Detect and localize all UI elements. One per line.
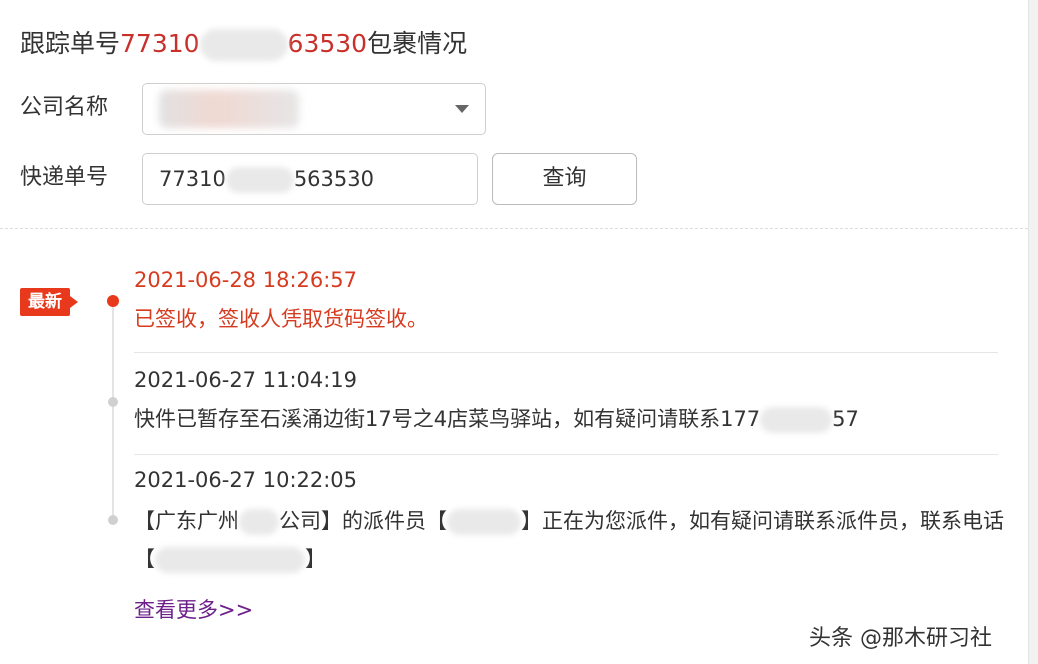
- chevron-down-icon: [455, 105, 469, 113]
- timeline-dot: [108, 397, 118, 407]
- redacted-blur: [239, 509, 279, 535]
- timeline-dot: [108, 515, 118, 525]
- redacted-blur: [199, 29, 288, 61]
- timeline-line: [112, 300, 114, 518]
- redacted-company: [159, 90, 299, 128]
- timeline-dot-active: [107, 295, 119, 307]
- tracking-card: 跟踪单号77310 63530包裹情况 公司名称 快递单号 77310 563530…: [0, 0, 1029, 664]
- company-select[interactable]: [142, 83, 486, 135]
- event-desc-part1: 【广东广州: [134, 509, 239, 533]
- company-label: 公司名称: [20, 95, 109, 120]
- event-desc-part2: 公司】的派件员【: [279, 509, 447, 533]
- event-desc: 已签收，签收人凭取货码签收。: [134, 307, 428, 331]
- title-number-start: 77310: [120, 29, 200, 58]
- redacted-blur: [447, 509, 521, 535]
- redacted-blur: [155, 547, 305, 573]
- event-time: 2021-06-28 18:26:57: [134, 268, 358, 292]
- redacted-blur: [760, 407, 833, 433]
- timeline-separator: [134, 454, 998, 455]
- event-desc-part4: 】: [305, 547, 326, 571]
- title-prefix: 跟踪单号: [20, 29, 121, 58]
- tracking-number-input[interactable]: 77310 563530: [142, 153, 478, 205]
- timeline-separator: [134, 352, 998, 353]
- divider: [0, 228, 1028, 229]
- tracking-label: 快递单号: [20, 165, 109, 190]
- watermark: 头条 @那木研习社: [803, 618, 998, 654]
- page-title: 跟踪单号77310 63530包裹情况: [20, 24, 467, 64]
- view-more-link[interactable]: 查看更多>>: [134, 594, 253, 624]
- event-desc: 快件已暂存至石溪涌边街17号之4店菜鸟驿站，如有疑问请联系177 57: [134, 400, 1004, 438]
- latest-badge: 最新: [20, 288, 78, 316]
- event-desc: 【广东广州 公司】的派件员【 】正在为您派件，如有疑问请联系派件员，联系电话【】: [134, 502, 1004, 578]
- event-time: 2021-06-27 11:04:19: [134, 368, 358, 392]
- title-suffix: 包裹情况: [367, 29, 468, 58]
- title-number-end: 63530: [287, 29, 368, 58]
- tracking-value-start: 77310: [159, 167, 226, 191]
- event-time: 2021-06-27 10:22:05: [134, 468, 358, 492]
- query-button[interactable]: 查询: [492, 153, 637, 205]
- event-desc-start: 快件已暂存至石溪涌边街17号之4店菜鸟驿站，如有疑问请联系177: [134, 407, 761, 431]
- event-desc-end: 57: [832, 407, 859, 431]
- tracking-value-end: 563530: [293, 167, 374, 191]
- redacted-blur: [225, 167, 294, 193]
